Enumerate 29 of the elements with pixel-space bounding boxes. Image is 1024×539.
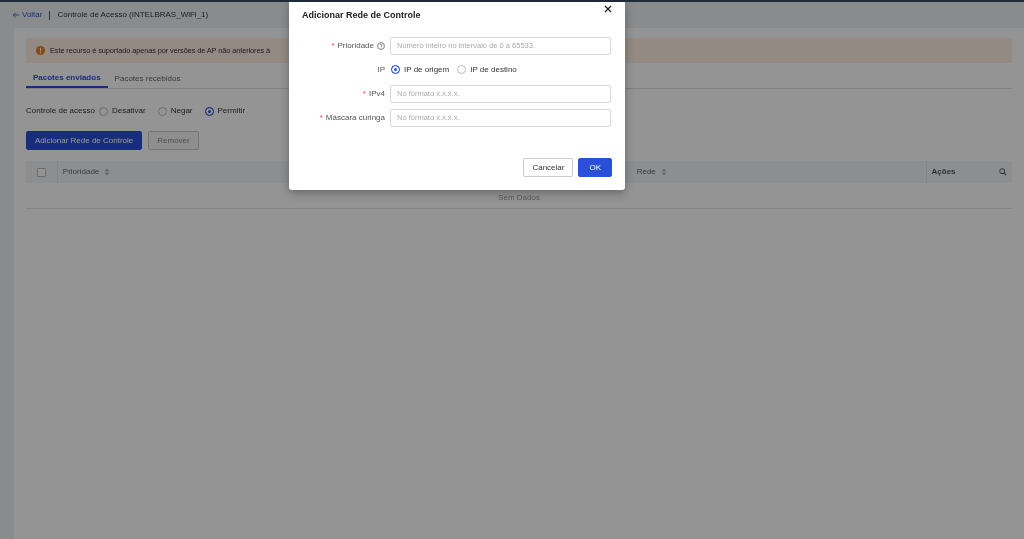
- radio-option[interactable]: IP de destino: [457, 63, 517, 76]
- tab[interactable]: Pacotes recebidos: [107, 69, 188, 88]
- column-header: Rede: [636, 166, 656, 178]
- field-label: Prioridade: [337, 39, 374, 52]
- select-all-checkbox[interactable]: [36, 167, 46, 177]
- warning-icon: [36, 46, 45, 55]
- radio-option[interactable]: IP de origem: [391, 63, 450, 76]
- add-button[interactable]: Adicionar Rede de Controle: [26, 131, 143, 150]
- search-icon: [999, 168, 1007, 176]
- access-control-label: Controle de acesso: [26, 105, 95, 117]
- field-label: IP: [377, 63, 385, 76]
- column-header: Ações: [931, 166, 956, 178]
- back-link[interactable]: Voltar: [12, 9, 43, 21]
- field-label: Máscara curinga: [325, 111, 385, 124]
- ok-button[interactable]: OK: [578, 158, 612, 177]
- radio-option[interactable]: Negar: [157, 105, 193, 117]
- required-mark: *: [331, 39, 335, 52]
- back-arrow-icon[interactable]: [12, 11, 20, 19]
- required-mark: *: [319, 111, 323, 124]
- field-label: IPv4: [369, 87, 385, 100]
- required-mark: *: [362, 87, 366, 100]
- column-header: Prioridade: [62, 166, 100, 178]
- cancel-button[interactable]: Cancelar: [523, 158, 574, 177]
- close-button[interactable]: [603, 3, 613, 13]
- page-title: Controle de Acesso (INTELBRAS_WiFi_1): [57, 9, 209, 21]
- radio-option[interactable]: Permitir: [204, 105, 246, 117]
- dialog-title: Adicionar Rede de Controle: [302, 9, 422, 22]
- radio-option[interactable]: Desativar: [98, 105, 146, 117]
- tab[interactable]: Pacotes enviados: [26, 69, 108, 88]
